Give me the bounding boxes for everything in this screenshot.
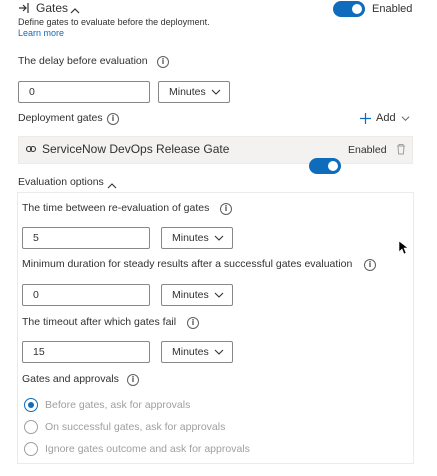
min-duration-label: Minimum duration for steady results afte…: [22, 258, 353, 270]
gates-enabled-label: Enabled: [372, 3, 413, 15]
approval-option-label: Ignore gates outcome and ask for approva…: [45, 443, 250, 455]
delay-unit-select[interactable]: Minutes: [158, 81, 230, 103]
plus-icon: [360, 112, 371, 124]
min-duration-unit-select[interactable]: Minutes: [161, 284, 233, 306]
gate-enabled-label: Enabled: [348, 144, 387, 156]
info-icon[interactable]: i: [220, 203, 232, 215]
info-icon[interactable]: i: [107, 113, 119, 125]
section-title: Gates: [36, 1, 69, 15]
approval-option-on-success[interactable]: On successful gates, ask for approvals: [24, 420, 225, 434]
info-icon[interactable]: i: [157, 56, 169, 68]
reeval-unit-value: Minutes: [172, 232, 209, 244]
evaluation-options-label: Evaluation options: [18, 176, 104, 188]
approval-option-ignore[interactable]: Ignore gates outcome and ask for approva…: [24, 442, 250, 456]
timeout-unit-select[interactable]: Minutes: [161, 341, 233, 363]
learn-more-link[interactable]: Learn more: [18, 28, 64, 38]
radio-unselected: [24, 420, 38, 434]
reeval-input[interactable]: 5: [22, 227, 150, 249]
servicenow-gate-icon: [25, 142, 37, 160]
reeval-unit-select[interactable]: Minutes: [161, 227, 233, 249]
reeval-label: The time between re-evaluation of gates: [22, 202, 210, 214]
timeout-unit-value: Minutes: [172, 346, 209, 358]
radio-selected: [24, 398, 38, 412]
timeout-label: The timeout after which gates fail: [22, 316, 177, 328]
add-gate-label: Add: [376, 112, 396, 124]
chevron-down-icon: [214, 349, 224, 355]
mouse-cursor-icon: [398, 240, 409, 260]
add-gate-button[interactable]: Add: [360, 112, 410, 124]
section-description: Define gates to evaluate before the depl…: [18, 17, 210, 27]
timeout-input[interactable]: 15: [22, 341, 150, 363]
gates-enabled-toggle[interactable]: [333, 1, 365, 17]
info-icon[interactable]: i: [364, 259, 376, 271]
delay-label: The delay before evaluation: [18, 55, 148, 67]
gate-enabled-toggle[interactable]: [309, 158, 341, 174]
approval-option-label: On successful gates, ask for approvals: [45, 421, 226, 433]
info-icon[interactable]: i: [187, 317, 199, 329]
chevron-down-icon: [214, 292, 224, 298]
delete-icon[interactable]: [396, 142, 406, 160]
chevron-down-icon: [401, 115, 410, 121]
min-duration-input[interactable]: 0: [22, 284, 150, 306]
gates-icon: [18, 2, 30, 17]
radio-unselected: [24, 442, 38, 456]
deployment-gates-label: Deployment gates: [18, 112, 103, 124]
delay-unit-value: Minutes: [169, 86, 206, 98]
gates-approvals-label: Gates and approvals: [22, 373, 119, 385]
chevron-down-icon: [214, 235, 224, 241]
gate-name: ServiceNow DevOps Release Gate: [42, 142, 230, 156]
approval-option-label: Before gates, ask for approvals: [45, 399, 191, 411]
chevron-down-icon: [211, 89, 221, 95]
approval-option-before[interactable]: Before gates, ask for approvals: [24, 398, 190, 412]
delay-input[interactable]: 0: [18, 81, 150, 103]
min-duration-unit-value: Minutes: [172, 289, 209, 301]
info-icon[interactable]: i: [127, 374, 139, 386]
